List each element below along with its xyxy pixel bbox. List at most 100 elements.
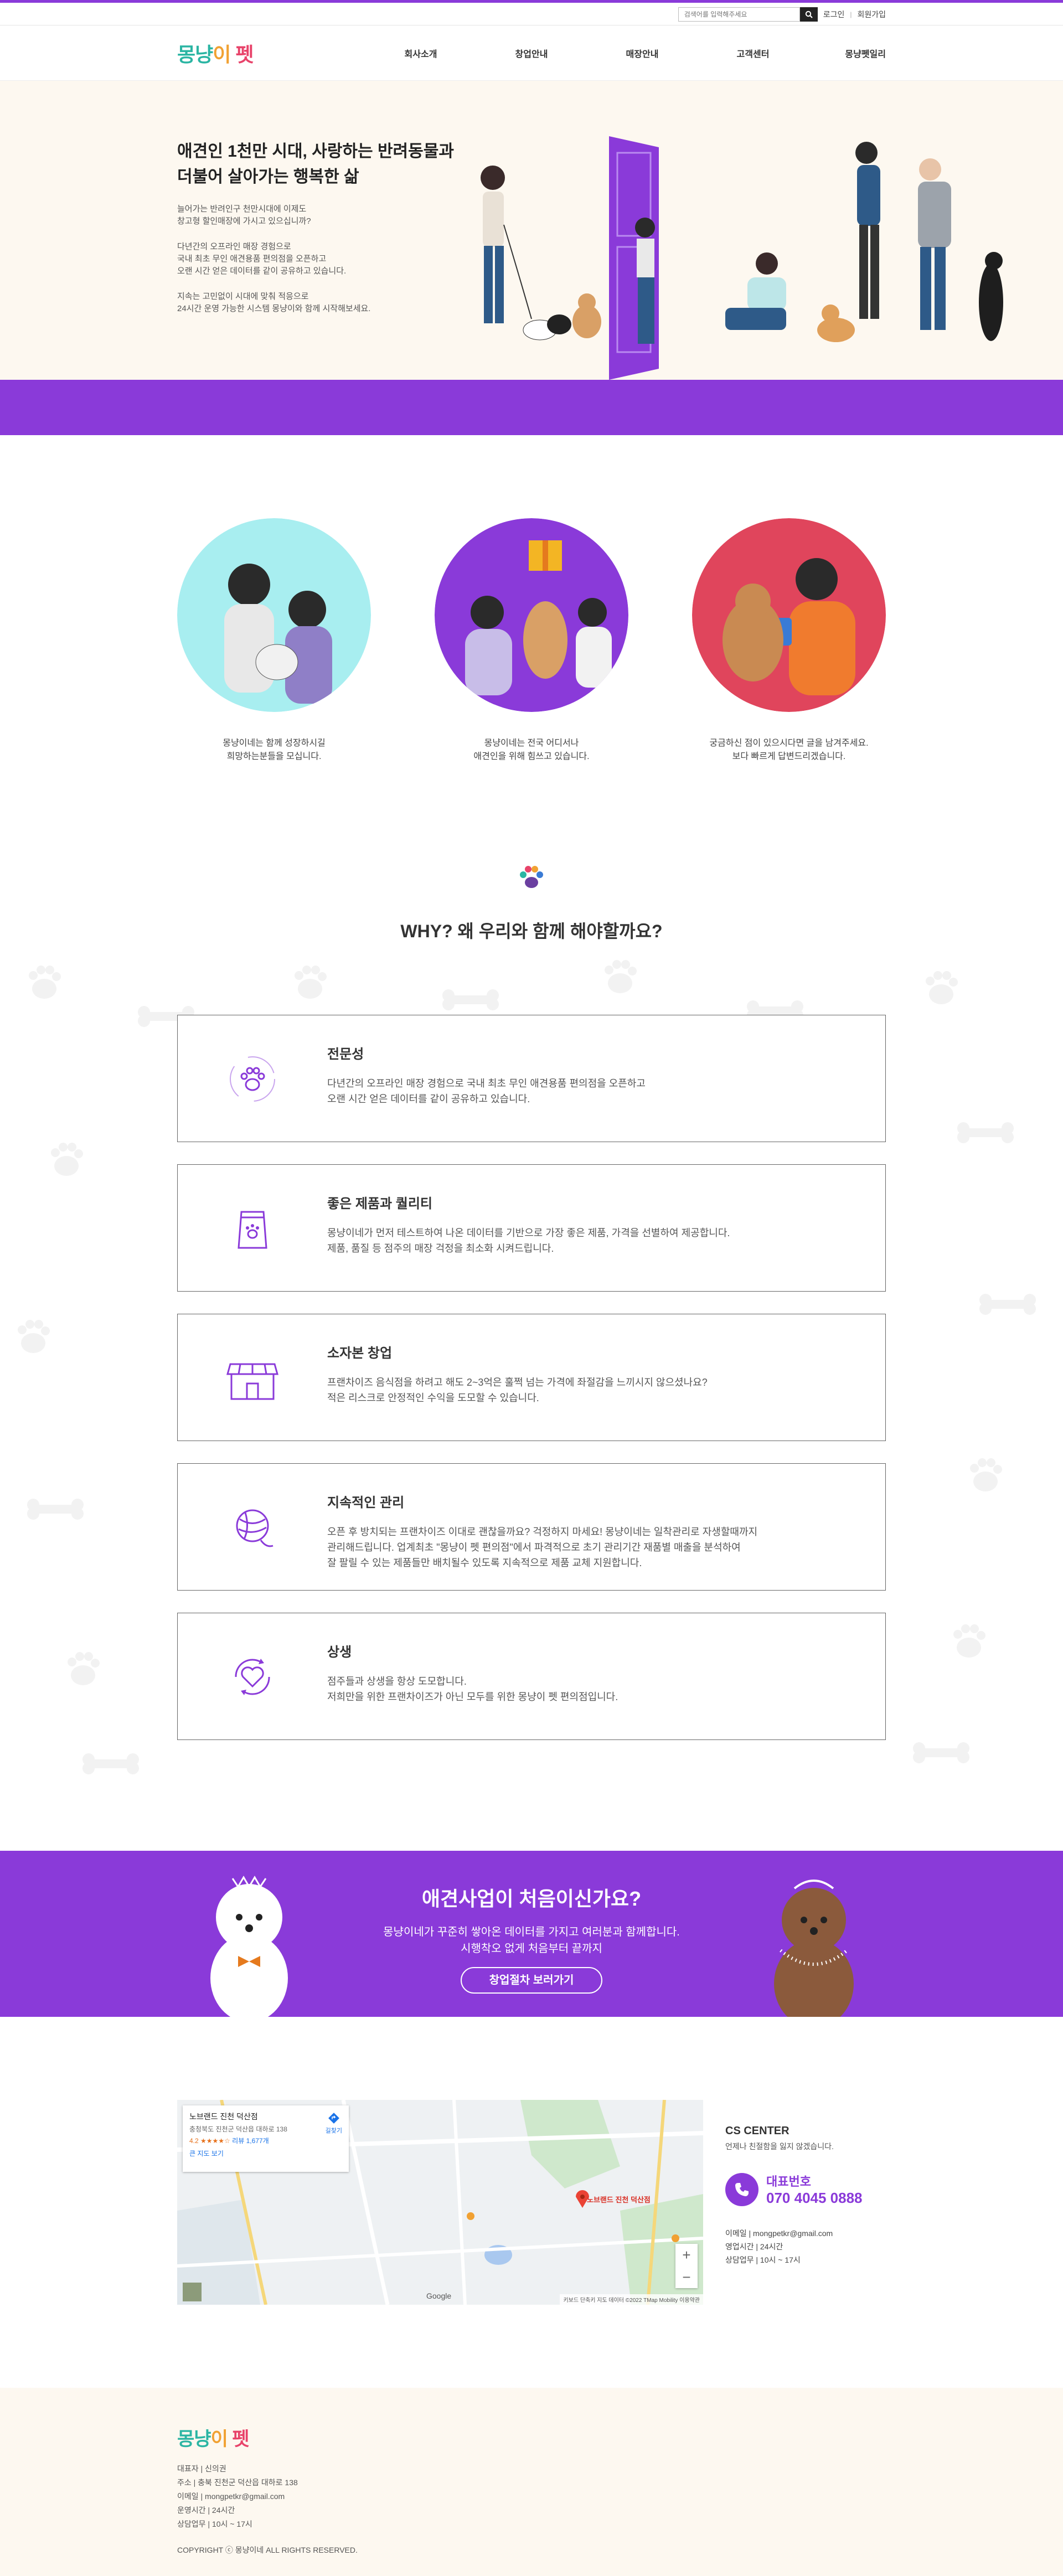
footer-logo[interactable]: 몽냥이 펫 — [177, 2424, 886, 2451]
hero-text: 애견인 1천만 시대, 사랑하는 반려동물과 더불어 살아가는 행복한 삶 늘어… — [177, 139, 465, 315]
signup-link[interactable]: 회원가입 — [857, 9, 886, 20]
search-button[interactable] — [799, 7, 818, 22]
why-card-desc: 오픈 후 방치되는 프랜차이즈 이대로 괜찮을까요? 걱정하지 마세요! 몽냥이… — [327, 1526, 758, 1568]
cs-phone-block: 대표번호 070 4045 0888 — [725, 2172, 863, 2207]
cs-hours: 영업시간 | 24시간 — [725, 2242, 783, 2251]
search-icon — [805, 11, 813, 18]
family-with-dog-illustration — [177, 518, 371, 712]
nav-item-stores[interactable]: 매장안내 — [587, 47, 698, 60]
contact-section: 노브랜드 진천 덕산점 충청북도 진천군 덕산읍 대하로 138 4.2 ★★★… — [0, 2017, 1063, 2388]
intro-text-1: 몽냥이네는 함께 성장하시길 희망하는분들을 모십니다. — [223, 739, 326, 761]
hero-paragraph-1: 늘어가는 반려인구 천만시대에 이제도 창고형 할인매장에 가시고 있으십니까? — [177, 204, 311, 226]
intro-circles-section: 몽냥이네는 함께 성장하시길 희망하는분들을 모십니다. 몽냥이네는 전국 어디… — [0, 435, 1063, 823]
footer-hours: 운영시간 | 24시간 — [177, 2506, 235, 2515]
logo-part-2: 이 — [213, 43, 231, 66]
map-pin-label[interactable]: 노브랜드 진천 덕산점 — [587, 2194, 651, 2205]
why-card: 상생 점주들과 상생을 항상 도모합니다. 저희만을 위한 프랜차이즈가 아닌 … — [177, 1613, 886, 1740]
phone-icon — [725, 2172, 758, 2206]
why-card: 전문성 다년간의 오프라인 매장 경험으로 국내 최초 무인 애견용품 편의점을… — [177, 1015, 886, 1142]
search-input[interactable] — [678, 7, 800, 22]
login-link[interactable]: 로그인 — [823, 9, 845, 20]
why-section: WHY? 왜 우리와 함께 해야할까요? 전문성 다년간의 오프라인 매장 경험… — [0, 823, 1063, 1845]
footer-counsel: 상담업무 | 10시 ~ 17시 — [177, 2520, 252, 2528]
intro-text-2: 몽냥이네는 전국 어디서나 애견인을 위해 힘쓰고 있습니다. — [473, 739, 590, 761]
cs-info: 이메일 | mongpetkr@gmail.com 영업시간 | 24시간 상담… — [725, 2227, 863, 2267]
brown-poodle-image — [774, 1880, 854, 2017]
site-header: 몽냥이 펫 회사소개 창업안내 매장안내 고객센터 몽냥펫일리 — [0, 25, 1063, 81]
why-card-list: 전문성 다년간의 오프라인 매장 경험으로 국내 최초 무인 애견용품 편의점을… — [177, 1015, 886, 1740]
map-place-card: 노브랜드 진천 덕산점 충청북도 진천군 덕산읍 대하로 138 4.2 ★★★… — [183, 2105, 349, 2172]
hero-section: 애견인 1천만 시대, 사랑하는 반려동물과 더불어 살아가는 행복한 삶 늘어… — [0, 81, 1063, 435]
why-card-title: 좋은 제품과 퀄리티 — [327, 1196, 432, 1211]
logo-part-1: 몽냥 — [177, 2429, 211, 2450]
why-card-desc: 다년간의 오프라인 매장 경험으로 국내 최초 무인 애견용품 편의점을 오픈하… — [327, 1078, 646, 1104]
footer-email: 이메일 | mongpetkr@gmail.com — [177, 2492, 285, 2501]
cs-title: CS CENTER — [725, 2125, 789, 2137]
map-attribution[interactable]: 키보드 단축키 지도 데이터 ©2022 TMap Mobility 이용약관 — [560, 2294, 703, 2305]
directions-icon — [328, 2113, 339, 2124]
nav-item-daily[interactable]: 몽냥펫일리 — [808, 47, 886, 60]
nav-item-about[interactable]: 회사소개 — [365, 47, 476, 60]
why-card-desc: 점주들과 상생을 항상 도모합니다. 저희만을 위한 프랜차이즈가 아닌 모두를… — [327, 1676, 618, 1702]
hero-paragraph-3: 지속는 고민없이 시대에 맞춰 적응으로 24시간 운영 가능한 시스템 몽냥이… — [177, 292, 371, 313]
logo-part-2: 이 — [210, 2429, 228, 2450]
why-card: 소자본 창업 프랜차이즈 음식점을 하려고 해도 2~3억은 훌쩍 넘는 가격에… — [177, 1314, 886, 1441]
zoom-out-button[interactable]: − — [675, 2266, 698, 2288]
top-utility-bar: 로그인 | 회원가입 — [0, 0, 1063, 25]
paw-icon — [230, 1056, 275, 1102]
footer-ceo: 대표자 | 신의권 — [177, 2464, 226, 2473]
site-footer: 몽냥이 펫 대표자 | 신의권 주소 | 충북 진천군 덕산읍 대하로 138 … — [0, 2388, 1063, 2576]
why-card-desc: 몽냥이네가 먼저 테스트하여 나온 데이터를 기반으로 가장 좋은 제품, 가격… — [327, 1227, 730, 1254]
intro-item: 몽냥이네는 전국 어디서나 애견인을 위해 힘쓰고 있습니다. — [435, 518, 628, 763]
startup-process-button[interactable]: 창업절차 보러가기 — [460, 1967, 603, 1994]
zoom-in-button[interactable]: + — [675, 2244, 698, 2266]
larger-map-link[interactable]: 큰 지도 보기 — [189, 2149, 342, 2158]
nav-item-support[interactable]: 고객센터 — [698, 47, 808, 60]
store-icon — [226, 1363, 278, 1400]
why-card-title: 전문성 — [327, 1047, 364, 1062]
intro-item: 몽냥이네는 함께 성장하시길 희망하는분들을 모십니다. — [177, 518, 371, 763]
location-map[interactable]: 노브랜드 진천 덕산점 충청북도 진천군 덕산읍 대하로 138 4.2 ★★★… — [177, 2100, 703, 2305]
google-logo: Google — [426, 2291, 452, 2300]
map-place-address: 충청북도 진천군 덕산읍 대하로 138 — [189, 2125, 287, 2133]
why-card-desc: 프랜차이즈 음식점을 하려고 해도 2~3억은 훌쩍 넘는 가격에 좌절감을 느… — [327, 1377, 708, 1403]
site-logo[interactable]: 몽냥이 펫 — [177, 39, 254, 68]
hero-title: 애견인 1천만 시대, 사랑하는 반려동물과 더불어 살아가는 행복한 삶 — [177, 142, 454, 186]
footer-info: 대표자 | 신의권 주소 | 충북 진천군 덕산읍 대하로 138 이메일 | … — [177, 2462, 886, 2531]
hero-paragraph-2: 다년간의 오프라인 매장 경험으로 국내 최초 무인 애견용품 편의점을 오픈하… — [177, 242, 347, 276]
intro-text-3: 궁금하신 점이 있으시다면 글을 남겨주세요. 보다 빠르게 답변드리겠습니다. — [709, 739, 869, 761]
logo-part-3: 펫 — [227, 2429, 249, 2450]
white-poodle-image — [210, 1876, 288, 2017]
nav-item-startup[interactable]: 창업안내 — [476, 47, 587, 60]
why-card-title: 소자본 창업 — [327, 1346, 393, 1361]
hero-illustration — [481, 136, 1003, 380]
logo-part-3: 펫 — [230, 43, 254, 66]
map-place-name: 노브랜드 진천 덕산점 — [189, 2112, 258, 2121]
cs-center: CS CENTER 언제나 친절함을 잃지 않겠습니다. 대표번호 070 40… — [725, 2100, 863, 2305]
logo-part-1: 몽냥 — [177, 43, 213, 66]
cs-email: 이메일 | mongpetkr@gmail.com — [725, 2229, 833, 2238]
cs-phone-number[interactable]: 070 4045 0888 — [766, 2190, 863, 2207]
colorful-paw-icon — [520, 866, 543, 888]
map-rating-stars: 4.2 ★★★★☆ — [189, 2137, 230, 2145]
intro-item: 궁금하신 점이 있으시다면 글을 남겨주세요. 보다 빠르게 답변드리겠습니다. — [692, 518, 886, 763]
startup-banner: 애견사업이 처음이신가요? 몽냥이네가 꾸준히 쌓아온 데이터를 가지고 여러분… — [0, 1851, 1063, 2017]
map-zoom-controls: + − — [675, 2244, 698, 2288]
heart-cycle-icon — [235, 1659, 270, 1695]
cs-phone-label: 대표번호 — [766, 2175, 811, 2188]
map-place-rating: 4.2 ★★★★☆ 리뷰 1,677개 — [189, 2136, 342, 2145]
cs-subtitle: 언제나 친절함을 잃지 않겠습니다. — [725, 2142, 834, 2151]
woman-phone-dog-illustration — [692, 518, 886, 712]
directions-button[interactable]: 길찾기 — [326, 2112, 342, 2135]
copyright: COPYRIGHT ⓒ 몽냥이네 ALL RIGHTS RESERVED. — [177, 2546, 358, 2554]
map-review-count[interactable]: 리뷰 1,677개 — [232, 2137, 269, 2145]
why-card: 좋은 제품과 퀄리티 몽냥이네가 먼저 테스트하여 나온 데이터를 기반으로 가… — [177, 1164, 886, 1292]
footer-address: 주소 | 충북 진천군 덕산읍 대하로 138 — [177, 2478, 298, 2487]
util-separator: | — [850, 10, 852, 18]
why-card-title: 지속적인 관리 — [327, 1495, 405, 1510]
gift-celebration-illustration — [435, 518, 628, 712]
directions-label: 길찾기 — [325, 2128, 342, 2134]
cs-counsel: 상담업무 | 10시 ~ 17시 — [725, 2255, 801, 2264]
why-card: 지속적인 관리 오픈 후 방치되는 프랜차이즈 이대로 괜찮을까요? 걱정하지 … — [177, 1463, 886, 1591]
why-card-title: 상생 — [327, 1645, 352, 1660]
